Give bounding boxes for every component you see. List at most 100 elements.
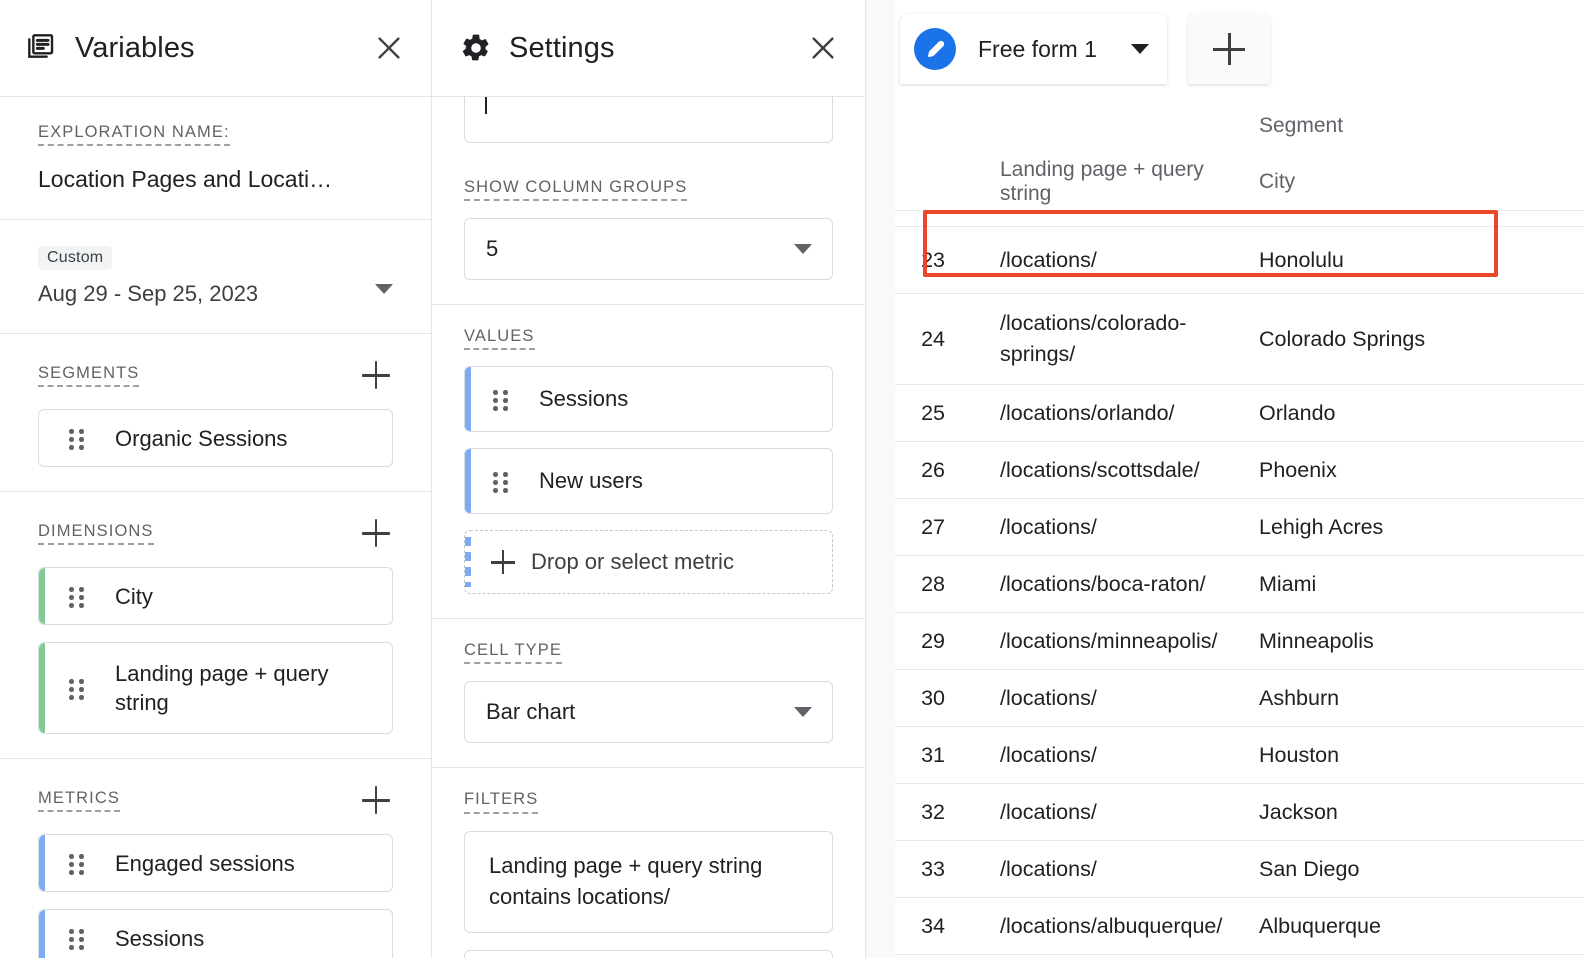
- row-page: /locations/boca-raton/: [1000, 571, 1206, 596]
- drag-handle-icon[interactable]: [69, 427, 89, 450]
- metrics-section: METRICS Engaged sessions Sessions: [0, 759, 431, 958]
- chip-accent: [465, 449, 471, 514]
- row-city: Phoenix: [1259, 457, 1337, 482]
- chip-accent: [39, 835, 45, 892]
- rows-input[interactable]: [464, 97, 833, 143]
- metric-chip-sessions[interactable]: Sessions: [38, 909, 393, 958]
- values-label: VALUES: [464, 327, 535, 351]
- variables-panel: Variables EXPLORATION NAME: Location Pag…: [0, 0, 432, 958]
- row-page: /locations/orlando/: [1000, 400, 1175, 425]
- dimension-chip-label: Landing page + query string: [115, 661, 329, 716]
- exploration-name-value[interactable]: Location Pages and Locati…: [38, 166, 393, 193]
- table-row[interactable]: 31 /locations/ Houston: [895, 727, 1584, 784]
- segments-label: SEGMENTS: [38, 364, 140, 387]
- dimensions-label: DIMENSIONS: [38, 522, 154, 545]
- close-icon[interactable]: [369, 28, 409, 68]
- tab-label: Free form 1: [978, 35, 1097, 62]
- add-metric-button[interactable]: [359, 783, 393, 817]
- chip-accent: [465, 537, 471, 588]
- dimension-chip-landing-page[interactable]: Landing page + query string: [38, 642, 393, 735]
- row-index: 24: [921, 326, 945, 351]
- date-range-section[interactable]: Custom Aug 29 - Sep 25, 2023: [0, 220, 431, 335]
- date-range-badge: Custom: [38, 246, 113, 271]
- row-index: 26: [921, 457, 945, 482]
- show-column-groups-select[interactable]: 5: [464, 218, 833, 281]
- row-index: 30: [921, 685, 945, 710]
- table-row[interactable]: 26 /locations/scottsdale/ Phoenix: [895, 442, 1584, 499]
- rows-setting-section: SHOW COLUMN GROUPS 5: [432, 97, 865, 306]
- add-tab-button[interactable]: [1188, 14, 1270, 84]
- segment-chip-organic-sessions[interactable]: Organic Sessions: [38, 409, 393, 468]
- values-section: VALUES Sessions New users Drop or select…: [432, 305, 865, 620]
- table-row[interactable]: 24 /locations/colorado-springs/ Colorado…: [895, 294, 1584, 385]
- row-city: Honolulu: [1259, 247, 1344, 272]
- table-row[interactable]: 33 /locations/ San Diego: [895, 841, 1584, 898]
- table-row[interactable]: 23 /locations/ Honolulu: [895, 227, 1584, 294]
- drag-handle-icon[interactable]: [69, 585, 89, 608]
- chevron-down-icon[interactable]: [375, 284, 393, 295]
- drop-or-select-metric-zone[interactable]: Drop or select metric: [464, 530, 833, 595]
- row-page: /locations/: [1000, 514, 1097, 539]
- table-dimension-header-row: Landing page + query string City: [895, 154, 1584, 211]
- exploration-name-section: EXPLORATION NAME: Location Pages and Loc…: [0, 97, 431, 221]
- chip-accent: [465, 367, 471, 432]
- filter-chip-landing-page[interactable]: Landing page + query string contains loc…: [464, 830, 833, 934]
- row-page: /locations/scottsdale/: [1000, 457, 1200, 482]
- tab-bar: Free form 1: [895, 0, 1584, 97]
- metrics-label: METRICS: [38, 789, 120, 812]
- row-city: Colorado Springs: [1259, 326, 1426, 351]
- row-page: /locations/: [1000, 742, 1097, 767]
- add-segment-button[interactable]: [359, 358, 393, 392]
- table-row[interactable]: 32 /locations/ Jackson: [895, 784, 1584, 841]
- report-table: Segment Landing page + query string City…: [895, 97, 1584, 955]
- row-index: 34: [921, 913, 945, 938]
- row-city: Minneapolis: [1259, 628, 1374, 653]
- dim-header-page[interactable]: Landing page + query string: [945, 158, 1250, 206]
- gear-icon: [460, 32, 492, 64]
- value-chip-new-users[interactable]: New users: [464, 448, 833, 515]
- close-icon[interactable]: [803, 28, 843, 68]
- chip-accent: [39, 643, 45, 734]
- table-group-header-row: Segment: [895, 97, 1584, 154]
- cell-type-label: CELL TYPE: [464, 641, 562, 665]
- drag-handle-icon[interactable]: [69, 677, 89, 700]
- article-stack-icon: [26, 32, 58, 64]
- drag-handle-icon[interactable]: [69, 927, 89, 950]
- chip-accent: [39, 910, 45, 958]
- table-row[interactable]: 27 /locations/ Lehigh Acres: [895, 499, 1584, 556]
- table-row[interactable]: 29 /locations/minneapolis/ Minneapolis: [895, 613, 1584, 670]
- report-panel: Free form 1 Segment Landing page + query…: [895, 0, 1584, 958]
- date-range-value: Aug 29 - Sep 25, 2023: [38, 281, 259, 307]
- drag-handle-icon[interactable]: [493, 470, 513, 493]
- table-row[interactable]: 30 /locations/ Ashburn: [895, 670, 1584, 727]
- tab-free-form-1[interactable]: Free form 1: [900, 14, 1167, 84]
- metric-chip-label: Sessions: [115, 925, 205, 951]
- dim-header-city[interactable]: City: [1250, 170, 1584, 194]
- row-city: Orlando: [1259, 400, 1336, 425]
- chevron-down-icon: [794, 707, 812, 718]
- filters-section: FILTERS Landing page + query string cont…: [432, 768, 865, 958]
- table-row[interactable]: 25 /locations/orlando/ Orlando: [895, 385, 1584, 442]
- row-city: Ashburn: [1259, 685, 1340, 710]
- value-chip-sessions[interactable]: Sessions: [464, 366, 833, 433]
- metric-chip-engaged-sessions[interactable]: Engaged sessions: [38, 834, 393, 893]
- show-column-groups-value: 5: [486, 236, 499, 262]
- table-row[interactable]: 34 /locations/albuquerque/ Albuquerque: [895, 898, 1584, 955]
- row-index: 25: [921, 400, 945, 425]
- row-city: Miami: [1259, 571, 1317, 596]
- table-row[interactable]: 28 /locations/boca-raton/ Miami: [895, 556, 1584, 613]
- drag-handle-icon[interactable]: [69, 852, 89, 875]
- pencil-icon: [914, 28, 956, 70]
- show-column-groups-label: SHOW COLUMN GROUPS: [464, 178, 688, 202]
- cell-type-select[interactable]: Bar chart: [464, 681, 833, 744]
- dimension-chip-city[interactable]: City: [38, 567, 393, 626]
- filter-chip-city[interactable]: City does not contain (not set): [464, 950, 833, 958]
- panel-gap: [867, 0, 895, 958]
- add-dimension-button[interactable]: [359, 516, 393, 550]
- row-page: /locations/: [1000, 799, 1097, 824]
- drop-metric-placeholder: Drop or select metric: [531, 549, 734, 575]
- drag-handle-icon[interactable]: [493, 388, 513, 411]
- chevron-down-icon[interactable]: [1130, 44, 1149, 54]
- row-index: 23: [921, 247, 945, 272]
- chip-accent: [39, 568, 45, 625]
